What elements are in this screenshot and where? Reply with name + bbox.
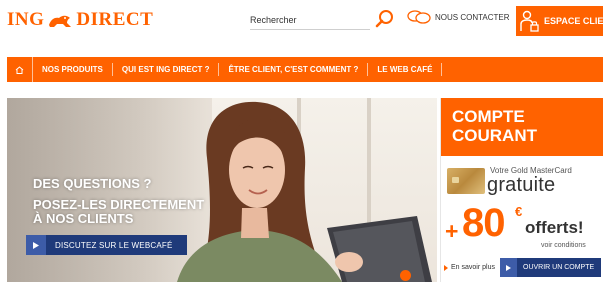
hero-woman-image bbox=[177, 101, 432, 282]
bonus-offerts-label: offerts! bbox=[525, 218, 584, 237]
search-input[interactable] bbox=[250, 10, 370, 30]
arrow-right-icon bbox=[444, 264, 448, 271]
lion-icon bbox=[49, 15, 72, 27]
webcafe-cta-label: DISCUTEZ SUR LE WEBCAFÉ bbox=[55, 240, 173, 250]
gold-mastercard-image bbox=[447, 168, 485, 194]
webcafe-cta-button[interactable]: DISCUTEZ SUR LE WEBCAFÉ bbox=[26, 235, 187, 255]
compte-courant-promo[interactable]: COMPTE COURANT Votre Gold MasterCard gra… bbox=[440, 98, 603, 282]
nav-home[interactable] bbox=[7, 57, 33, 82]
main-nav: NOS PRODUITS QUI EST ING DIRECT ? ÊTRE C… bbox=[7, 57, 603, 82]
logo-text-direct: DIRECT bbox=[76, 9, 154, 30]
espace-client-label: ESPACE CLIENT bbox=[544, 16, 603, 26]
play-arrow-icon bbox=[500, 258, 517, 277]
ouvrir-compte-label: OUVRIR UN COMPTE bbox=[523, 264, 595, 271]
promo-title-line2: COURANT bbox=[452, 126, 537, 145]
hero-heading-line3: À NOS CLIENTS bbox=[33, 211, 134, 226]
ing-direct-logo[interactable]: ING DIRECT bbox=[7, 9, 153, 31]
nav-item-nos-produits[interactable]: NOS PRODUITS bbox=[33, 63, 113, 76]
nav-item-le-web-cafe[interactable]: LE WEB CAFÉ bbox=[368, 63, 443, 76]
chat-bubbles-icon bbox=[407, 10, 431, 24]
contact-label: NOUS CONTACTER bbox=[435, 12, 510, 22]
bonus-currency: € bbox=[515, 204, 523, 219]
hero-heading-line1: DES QUESTIONS ? bbox=[33, 176, 152, 191]
carousel-dot[interactable] bbox=[400, 270, 411, 281]
bonus-amount: 80 bbox=[462, 201, 505, 245]
nav-item-qui-est-ing-direct[interactable]: QUI EST ING DIRECT ? bbox=[113, 63, 220, 76]
home-icon bbox=[15, 65, 24, 74]
conditions-link[interactable]: voir conditions bbox=[541, 242, 586, 249]
en-savoir-plus-label: En savoir plus bbox=[451, 264, 495, 271]
bonus-plus: + bbox=[445, 218, 459, 244]
en-savoir-plus-link[interactable]: En savoir plus bbox=[444, 264, 495, 271]
logo-text-ing: ING bbox=[7, 9, 45, 30]
hero-heading-line2: POSEZ-LES DIRECTEMENT bbox=[33, 197, 205, 212]
play-arrow-icon bbox=[26, 235, 46, 255]
promo-title-line1: COMPTE bbox=[452, 107, 525, 126]
user-lock-icon bbox=[520, 10, 539, 32]
card-chip bbox=[452, 177, 459, 183]
contact-link[interactable]: NOUS CONTACTER bbox=[407, 10, 510, 24]
nav-item-etre-client[interactable]: ÊTRE CLIENT, C'EST COMMENT ? bbox=[219, 63, 369, 76]
site-header: ING DIRECT NOUS CONTACTER ESPACE CLIENT bbox=[0, 0, 603, 46]
card-free-label: gratuite bbox=[487, 174, 556, 196]
search-icon[interactable] bbox=[374, 8, 396, 30]
ouvrir-compte-button[interactable]: OUVRIR UN COMPTE bbox=[500, 258, 601, 277]
promo-header: COMPTE COURANT bbox=[441, 98, 603, 156]
espace-client-button[interactable]: ESPACE CLIENT bbox=[516, 6, 603, 36]
